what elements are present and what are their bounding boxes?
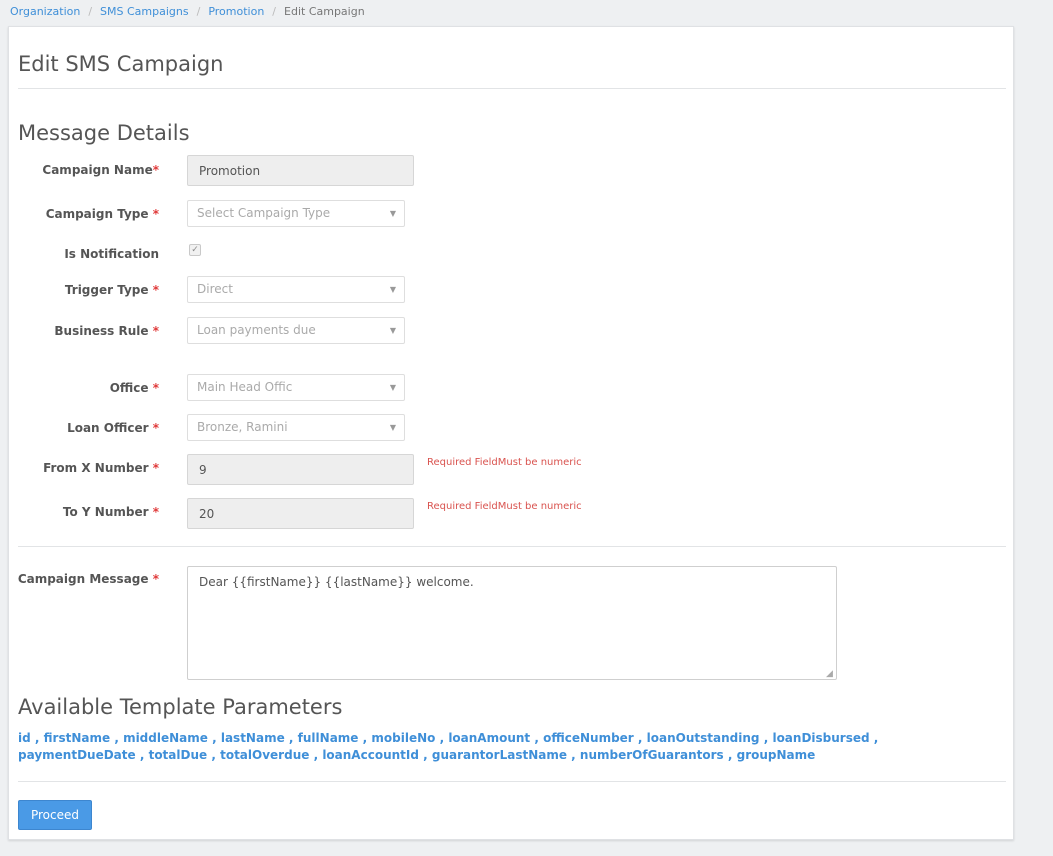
param-separator: , xyxy=(114,731,119,745)
is-notification-checkbox[interactable]: ✓ xyxy=(189,244,201,256)
resize-grip-icon[interactable]: ◢ xyxy=(826,669,833,679)
template-param-firstName[interactable]: firstName xyxy=(44,731,110,745)
from-x-number-label: From X Number * xyxy=(43,461,159,475)
param-separator: , xyxy=(571,748,576,762)
business-rule-label: Business Rule * xyxy=(54,324,159,338)
template-param-loanAmount[interactable]: loanAmount xyxy=(448,731,530,745)
caret-down-icon: ▼ xyxy=(389,209,396,218)
caret-down-icon: ▼ xyxy=(389,423,396,432)
campaign-type-placeholder: Select Campaign Type xyxy=(197,206,331,220)
divider xyxy=(18,88,1006,89)
breadcrumb-separator: / xyxy=(196,5,201,18)
from-x-number-error: Required FieldMust be numeric xyxy=(427,457,582,468)
breadcrumb-separator: / xyxy=(272,5,277,18)
edit-campaign-panel: Edit SMS Campaign Message Details Campai… xyxy=(8,26,1014,840)
loan-officer-select[interactable]: Bronze, Ramini ▼ xyxy=(187,414,405,441)
param-separator: , xyxy=(873,731,879,745)
proceed-button[interactable]: Proceed xyxy=(18,800,92,830)
param-separator: , xyxy=(212,731,217,745)
param-separator: , xyxy=(727,748,733,762)
param-separator: , xyxy=(534,731,539,745)
trigger-type-select[interactable]: Direct ▼ xyxy=(187,276,405,303)
template-param-guarantorLastName[interactable]: guarantorLastName xyxy=(432,748,567,762)
template-param-totalDue[interactable]: totalDue xyxy=(149,748,208,762)
caret-down-icon: ▼ xyxy=(389,285,396,294)
divider xyxy=(18,546,1006,547)
param-separator: , xyxy=(211,748,216,762)
to-y-number-label: To Y Number * xyxy=(62,505,159,519)
template-param-loanDisbursed[interactable]: loanDisbursed xyxy=(772,731,869,745)
loan-officer-label: Loan Officer * xyxy=(67,421,159,435)
trigger-type-value: Direct xyxy=(197,282,233,296)
template-param-totalOverdue[interactable]: totalOverdue xyxy=(220,748,309,762)
param-separator: , xyxy=(763,731,769,745)
param-separator: , xyxy=(423,748,428,762)
office-label: Office * xyxy=(109,381,159,395)
check-icon: ✓ xyxy=(191,245,199,255)
divider xyxy=(18,781,1006,782)
caret-down-icon: ▼ xyxy=(389,326,396,335)
param-separator: , xyxy=(139,748,145,762)
campaign-type-select[interactable]: Select Campaign Type ▼ xyxy=(187,200,405,227)
param-separator: , xyxy=(313,748,319,762)
office-value: Main Head Offic xyxy=(197,380,293,394)
to-y-number-input[interactable] xyxy=(187,498,414,529)
template-param-officeNumber[interactable]: officeNumber xyxy=(543,731,634,745)
breadcrumb-current: Edit Campaign xyxy=(284,5,365,18)
param-separator: , xyxy=(637,731,643,745)
to-y-number-error: Required FieldMust be numeric xyxy=(427,501,582,512)
campaign-type-label: Campaign Type * xyxy=(45,207,159,221)
breadcrumb: Organization / SMS Campaigns / Promotion / Edi… xyxy=(10,5,365,18)
page-title: Edit SMS Campaign xyxy=(18,52,224,76)
template-param-numberOfGuarantors[interactable]: numberOfGuarantors xyxy=(580,748,724,762)
campaign-name-label: Campaign Name* xyxy=(42,163,159,177)
from-x-number-input[interactable] xyxy=(187,454,414,485)
business-rule-value: Loan payments due xyxy=(197,323,316,337)
loan-officer-value: Bronze, Ramini xyxy=(197,420,288,434)
param-separator: , xyxy=(34,731,40,745)
breadcrumb-separator: / xyxy=(88,5,93,18)
breadcrumb-organization[interactable]: Organization xyxy=(10,5,80,18)
template-param-loanOutstanding[interactable]: loanOutstanding xyxy=(647,731,760,745)
param-separator: , xyxy=(362,731,368,745)
param-separator: , xyxy=(288,731,294,745)
template-param-loanAccountId[interactable]: loanAccountId xyxy=(322,748,419,762)
campaign-message-label: Campaign Message * xyxy=(17,572,159,586)
is-notification-label: Is Notification xyxy=(64,247,159,261)
template-parameters-list: id , firstName , middleName , lastName ,… xyxy=(18,730,998,764)
param-separator: , xyxy=(439,731,445,745)
office-select[interactable]: Main Head Offic ▼ xyxy=(187,374,405,401)
template-param-fullName[interactable]: fullName xyxy=(298,731,359,745)
template-param-paymentDueDate[interactable]: paymentDueDate xyxy=(18,748,136,762)
template-param-id[interactable]: id xyxy=(18,731,31,745)
message-details-title: Message Details xyxy=(18,121,190,145)
template-param-mobileNo[interactable]: mobileNo xyxy=(371,731,435,745)
campaign-message-textarea[interactable]: Dear {{firstName}} {{lastName}} welcome. xyxy=(187,566,837,680)
template-param-lastName[interactable]: lastName xyxy=(221,731,285,745)
template-parameters-title: Available Template Parameters xyxy=(18,695,343,719)
breadcrumb-sms-campaigns[interactable]: SMS Campaigns xyxy=(100,5,189,18)
template-param-middleName[interactable]: middleName xyxy=(123,731,208,745)
campaign-name-input[interactable] xyxy=(187,155,414,186)
template-param-groupName[interactable]: groupName xyxy=(737,748,816,762)
caret-down-icon: ▼ xyxy=(389,383,396,392)
business-rule-select[interactable]: Loan payments due ▼ xyxy=(187,317,405,344)
trigger-type-label: Trigger Type * xyxy=(64,283,159,297)
breadcrumb-promotion[interactable]: Promotion xyxy=(208,5,264,18)
